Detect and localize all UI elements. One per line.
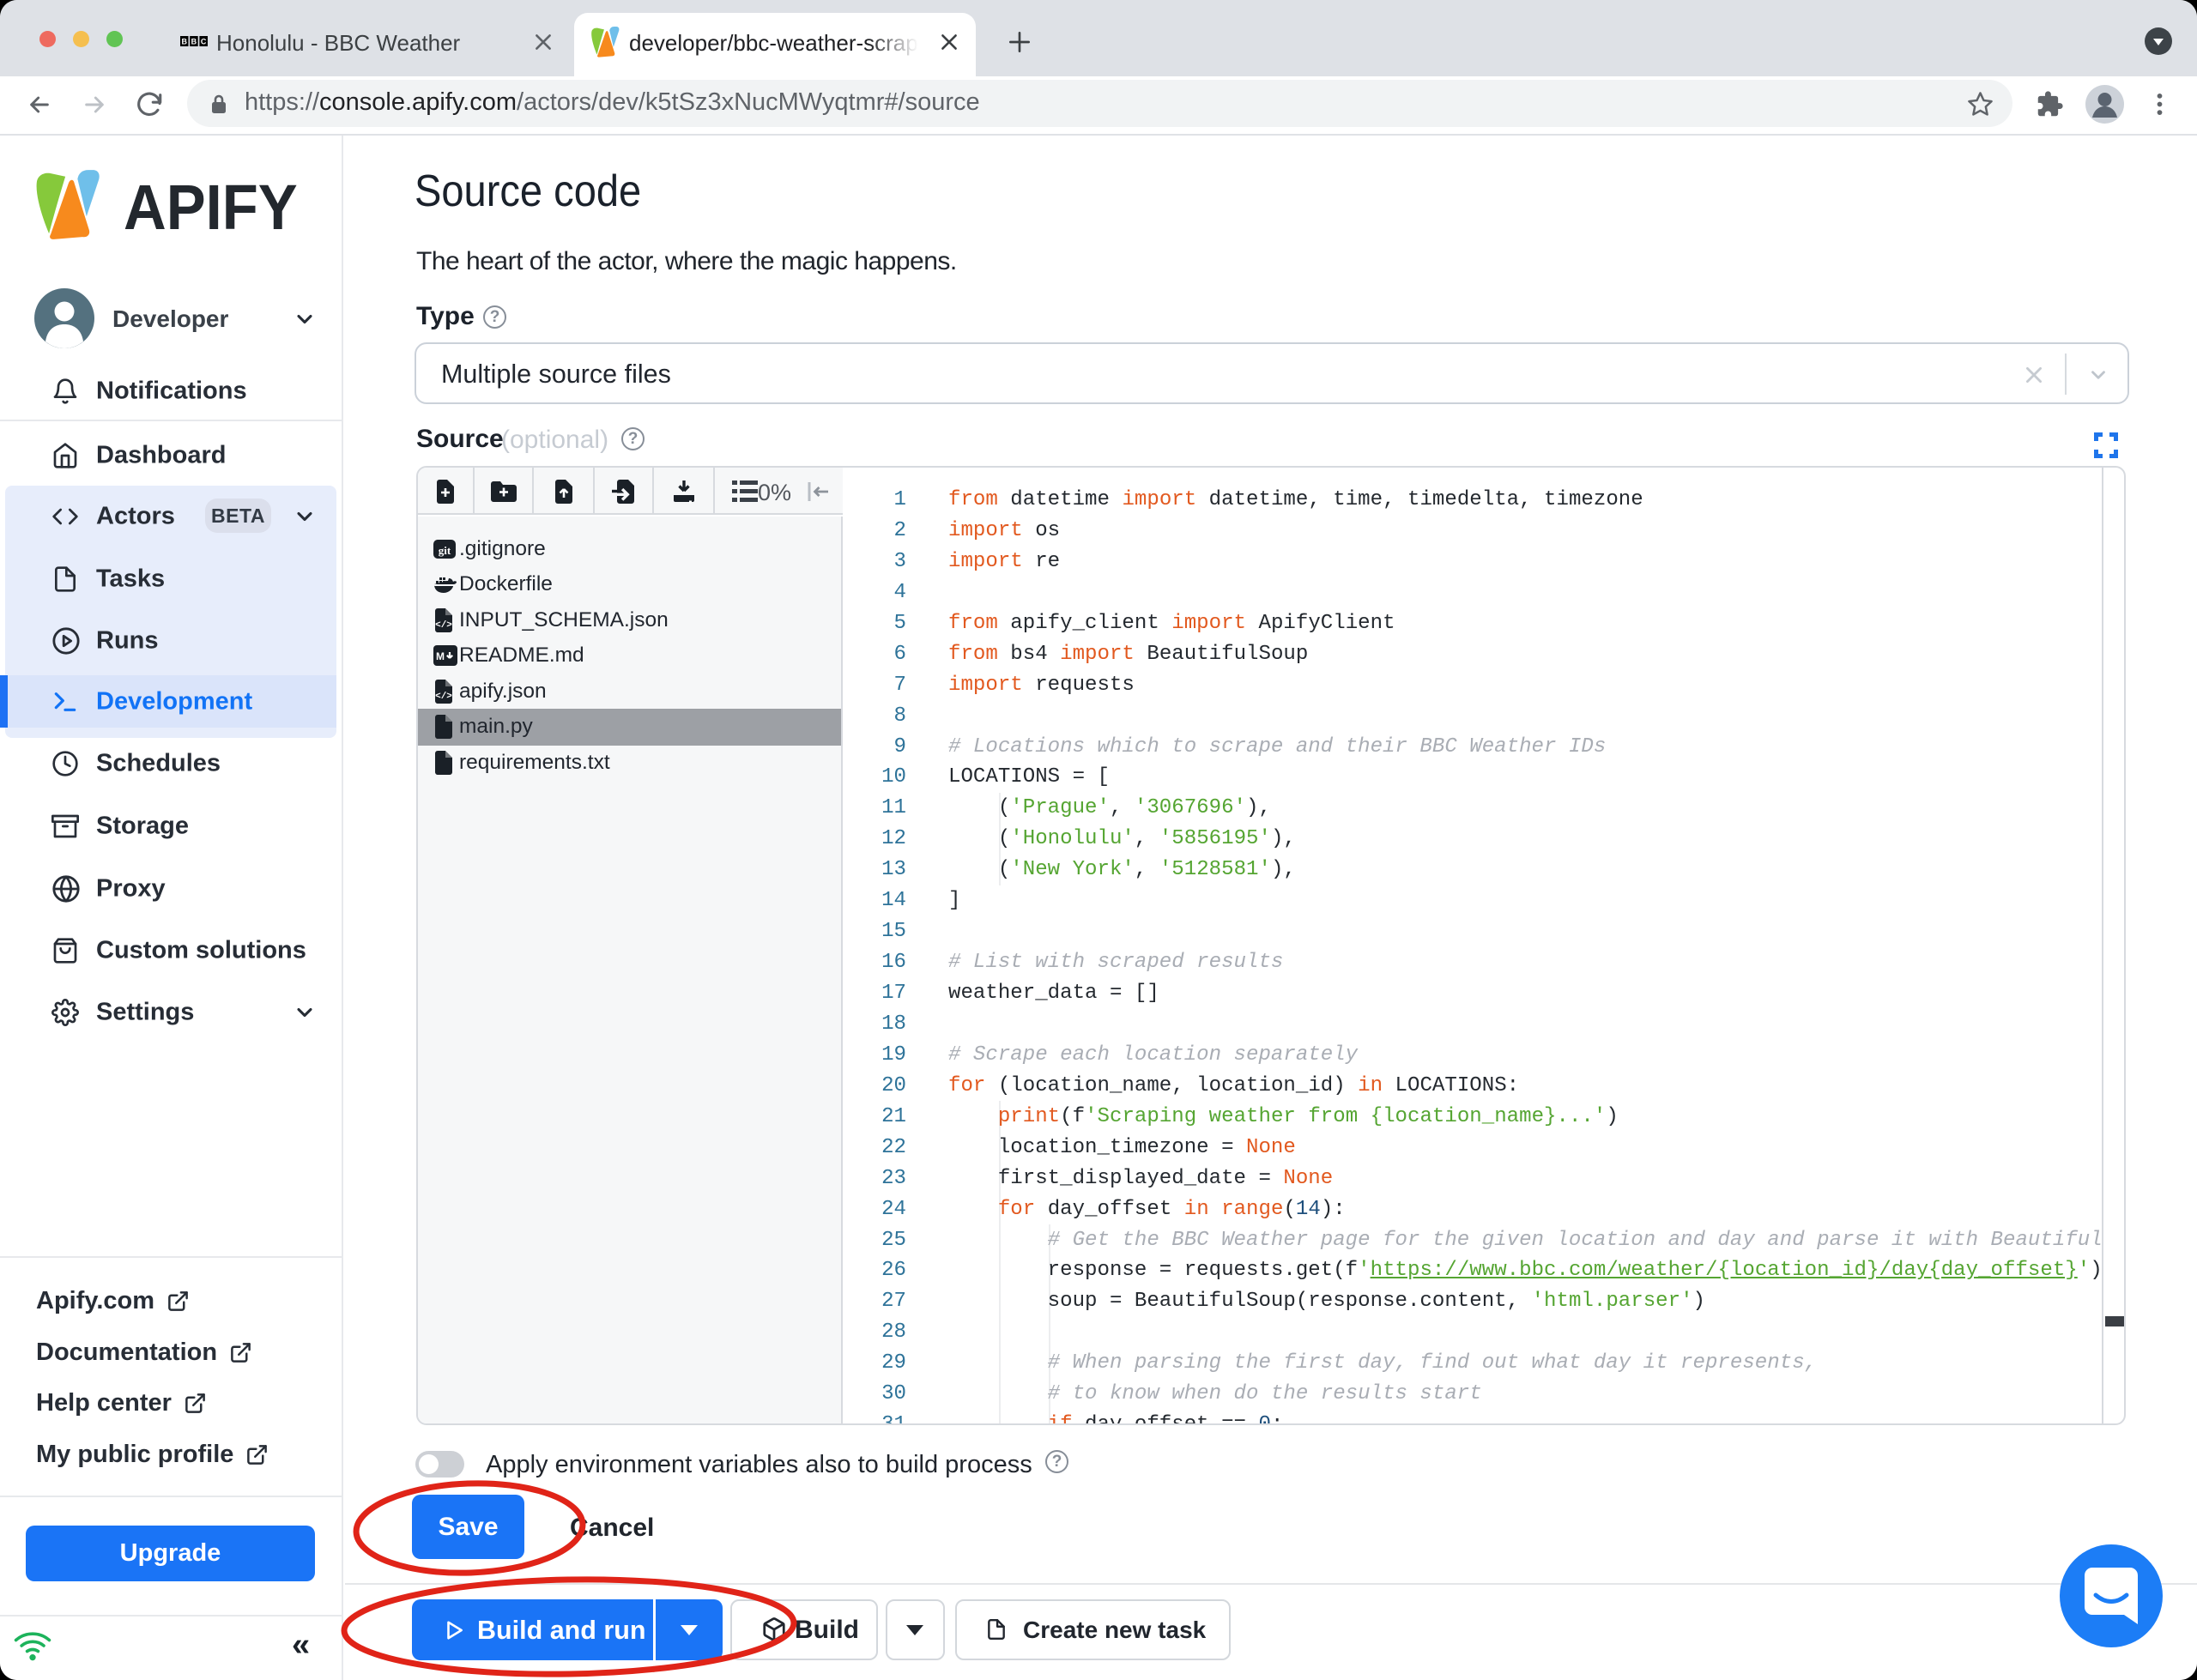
svg-text:B: B (191, 38, 197, 46)
svg-text:</>: </> (435, 692, 452, 702)
svg-text:B: B (181, 38, 187, 46)
svg-text:</>: </> (435, 620, 452, 631)
svg-text:M: M (436, 650, 445, 662)
svg-text:C: C (201, 38, 207, 46)
svg-text:git: git (439, 544, 451, 557)
